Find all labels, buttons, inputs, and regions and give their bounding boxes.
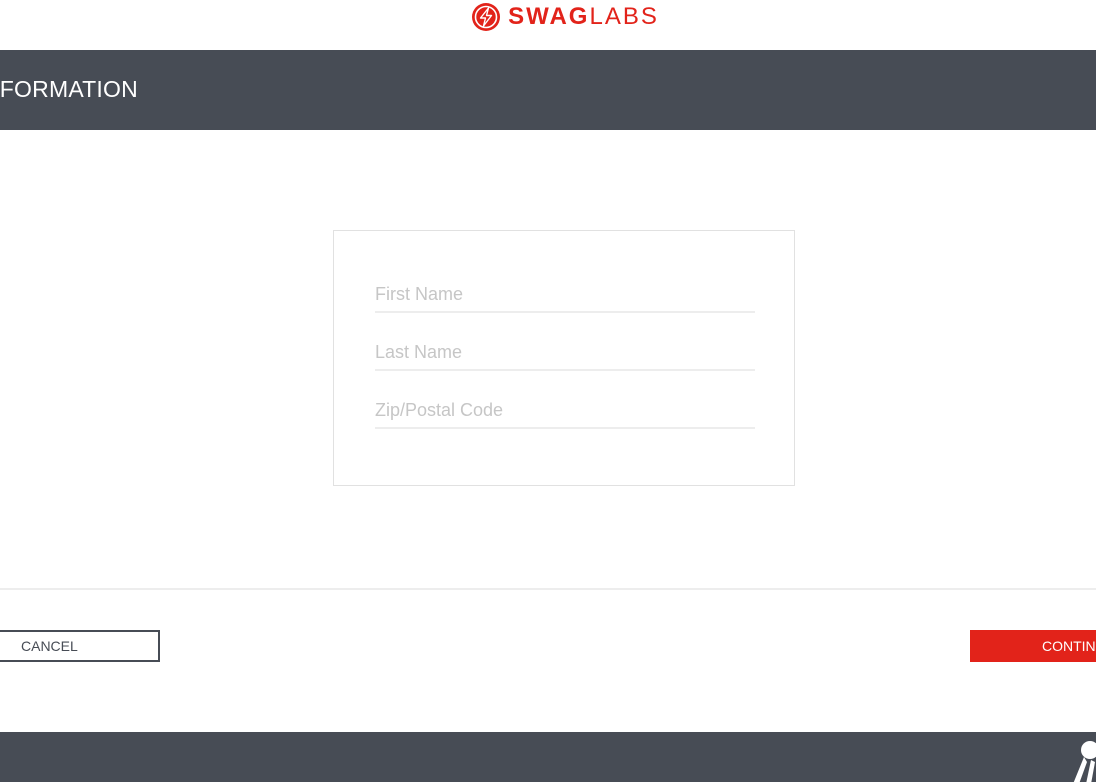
last-name-input[interactable]	[375, 335, 755, 371]
robot-icon	[1073, 741, 1096, 782]
form-divider	[0, 588, 1096, 590]
checkout-info-form	[333, 230, 795, 486]
brand-name-light: LABS	[589, 3, 659, 30]
cancel-button[interactable]: CANCEL	[0, 630, 160, 662]
continue-button[interactable]: CONTIN	[970, 630, 1096, 662]
brand-name-bold: SWAG	[508, 3, 590, 30]
header-logo: SWAGLABS	[0, 0, 1096, 50]
checkout-information-page: SWAGLABS NFORMATION CANCEL CONTIN	[0, 0, 1096, 782]
zip-postal-code-input[interactable]	[375, 393, 755, 429]
logo-group: SWAGLABS	[471, 2, 659, 32]
page-title: NFORMATION	[0, 76, 138, 102]
first-name-input[interactable]	[375, 277, 755, 313]
footer	[0, 732, 1096, 782]
brand-name: SWAGLABS	[508, 5, 659, 29]
secondary-header: NFORMATION	[0, 50, 1096, 130]
lightning-bolt-icon	[472, 3, 501, 31]
